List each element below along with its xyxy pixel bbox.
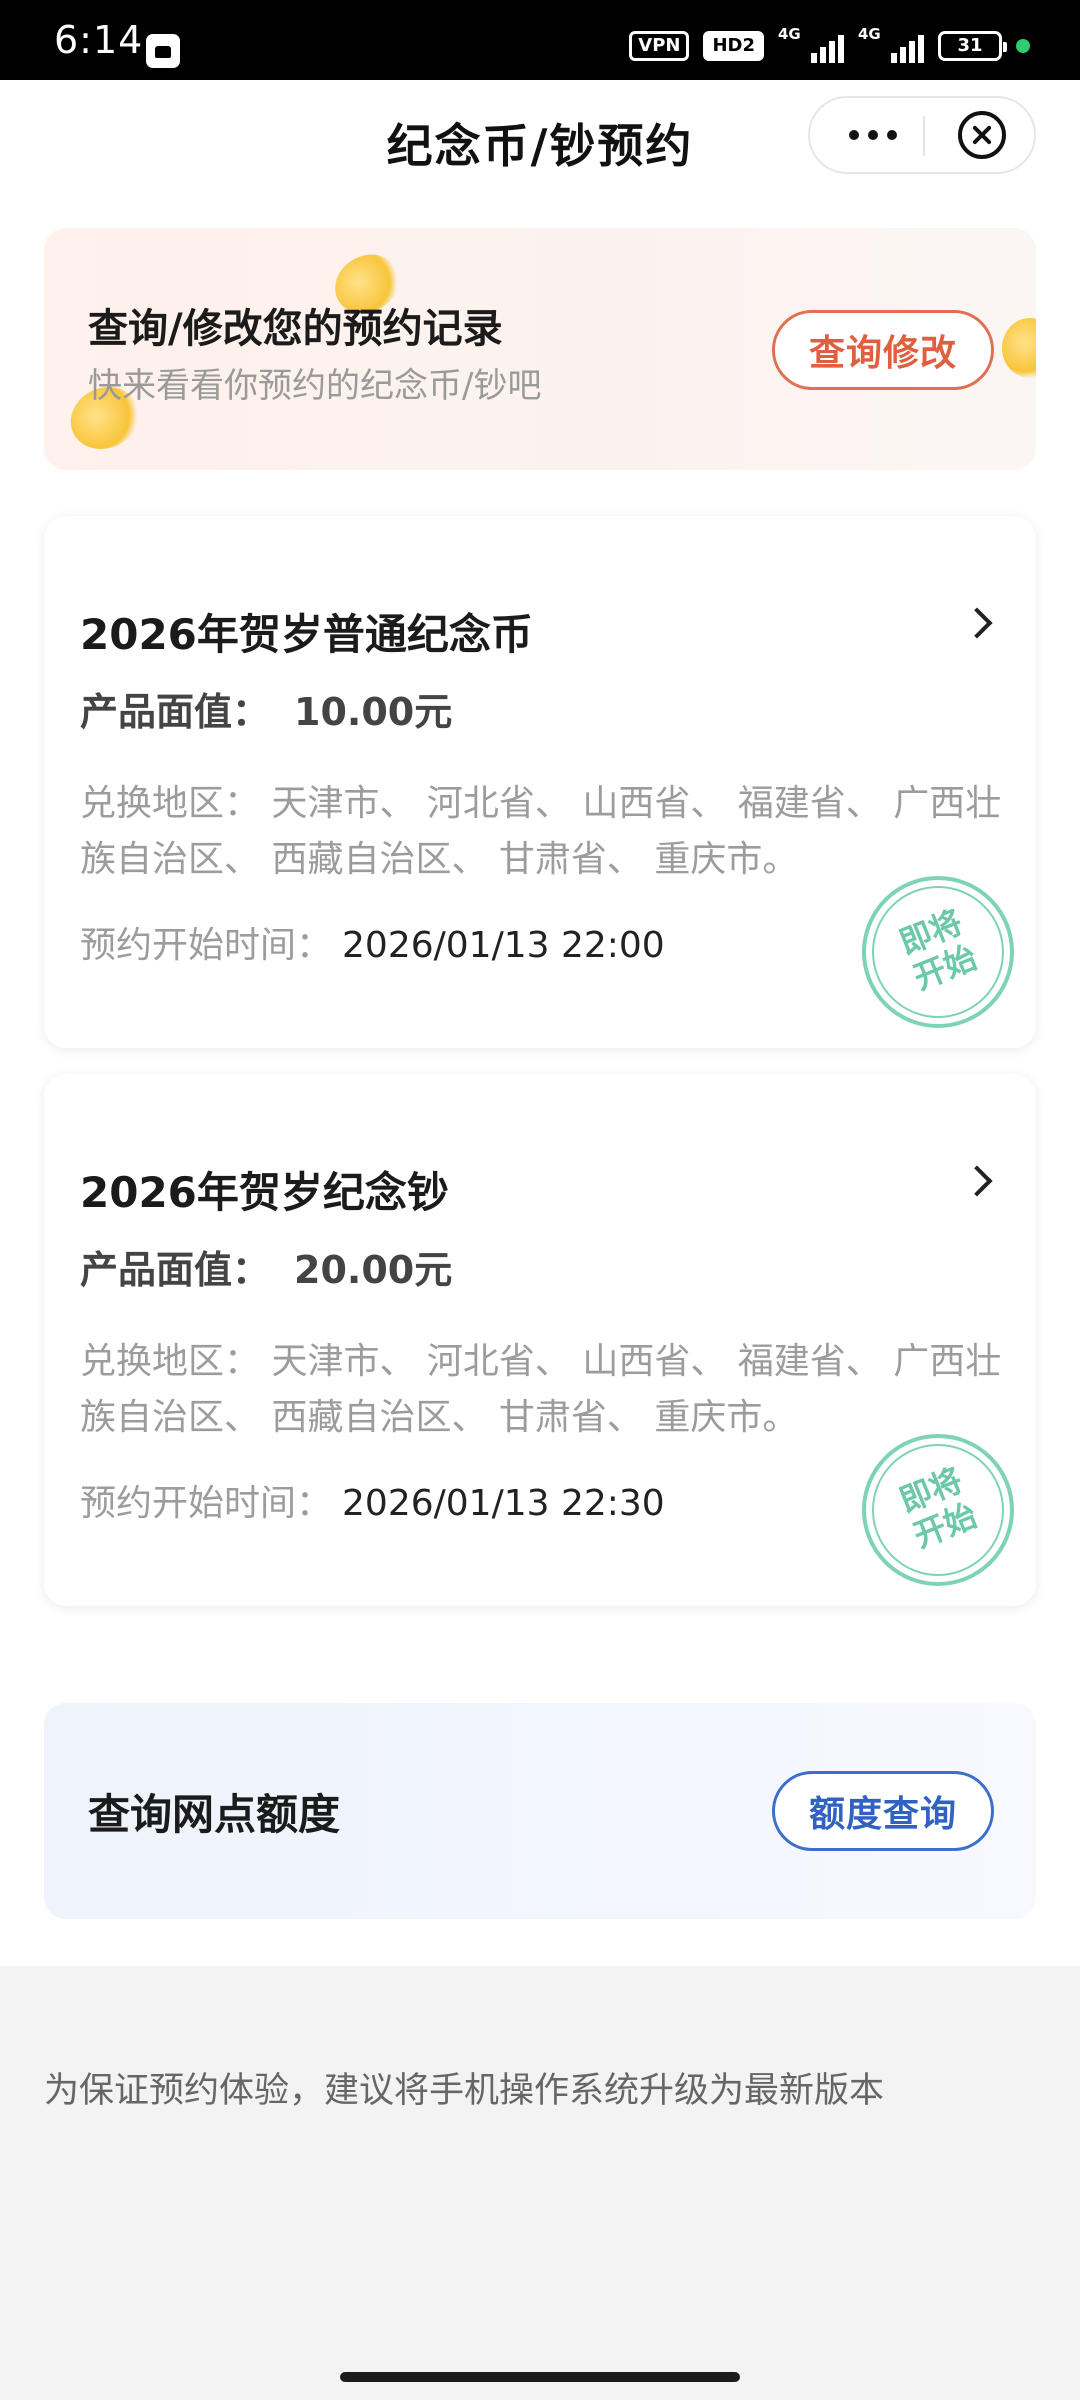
close-circle-icon[interactable] xyxy=(958,111,1006,159)
start-time-value: 2026/01/13 22:00 xyxy=(342,925,665,966)
battery-icon: 31 xyxy=(938,31,1007,61)
chevron-right-icon[interactable] xyxy=(961,607,993,639)
coming-soon-stamp: 即将 开始 xyxy=(862,1434,1014,1586)
footer: 为保证预约体验，建议将手机操作系统升级为最新版本 xyxy=(0,1966,1080,2400)
record-banner: 查询/修改您的预约记录 快来看看你预约的纪念币/钞吧 查询修改 xyxy=(44,228,1036,470)
network-type-label: 4G xyxy=(778,25,801,43)
start-time-row: 预约开始时间： 2026/01/13 22:30 xyxy=(80,1474,665,1526)
home-indicator[interactable] xyxy=(340,2372,740,2382)
record-banner-title: 查询/修改您的预约记录 xyxy=(88,306,503,352)
product-name: 2026年贺岁普通纪念币 xyxy=(80,610,533,659)
status-indicators: VPN HD2 4G 4G 31 xyxy=(629,25,1030,64)
signal-icon: 4G xyxy=(858,25,924,63)
mini-program-capsule xyxy=(808,96,1036,174)
quota-banner: 查询网点额度 额度查询 xyxy=(44,1703,1036,1919)
start-time-value: 2026/01/13 22:30 xyxy=(342,1483,665,1524)
main-content: 查询/修改您的预约记录 快来看看你预约的纪念币/钞吧 查询修改 2026年贺岁普… xyxy=(0,200,1080,1966)
face-value-label: 产品面值： xyxy=(80,1248,271,1292)
quota-query-button[interactable]: 额度查询 xyxy=(772,1771,994,1851)
signal-icon: 4G xyxy=(778,25,844,63)
face-value-row: 产品面值： 20.00元 xyxy=(80,1239,452,1294)
start-time-label: 预约开始时间： xyxy=(80,925,333,966)
product-card[interactable]: 2026年贺岁普通纪念币 产品面值： 10.00元 兑换地区： 天津市、 河北省、… xyxy=(44,516,1036,1048)
coming-soon-stamp: 即将 开始 xyxy=(862,876,1014,1028)
status-bar: 6:14 VPN HD2 4G 4G 31 xyxy=(0,0,1080,80)
start-time-label: 预约开始时间： xyxy=(80,1483,333,1524)
upgrade-tip: 为保证预约体验，建议将手机操作系统升级为最新版本 xyxy=(44,2071,885,2111)
quota-banner-title: 查询网点额度 xyxy=(88,1790,341,1839)
exchange-region: 兑换地区： 天津市、 河北省、 山西省、 福建省、 广西壮族自治区、 西藏自治区… xyxy=(80,783,1002,880)
hd-badge: HD2 xyxy=(703,31,764,61)
record-banner-subtitle: 快来看看你预约的纪念币/钞吧 xyxy=(88,366,542,406)
face-value-row: 产品面值： 10.00元 xyxy=(80,681,452,736)
status-time: 6:14 xyxy=(54,18,144,62)
app-notification-icon xyxy=(146,34,180,68)
vpn-badge: VPN xyxy=(629,31,690,61)
product-card[interactable]: 2026年贺岁纪念钞 产品面值： 20.00元 兑换地区： 天津市、 河北省、 山… xyxy=(44,1074,1036,1606)
product-name: 2026年贺岁纪念钞 xyxy=(80,1168,449,1217)
face-value-label: 产品面值： xyxy=(80,690,271,734)
capsule-divider xyxy=(923,116,925,156)
face-value: 20.00元 xyxy=(294,1248,453,1292)
chevron-right-icon[interactable] xyxy=(961,1165,993,1197)
coin-decoration xyxy=(1002,318,1036,378)
privacy-indicator-dot xyxy=(1016,39,1030,53)
query-modify-button[interactable]: 查询修改 xyxy=(772,310,994,390)
start-time-row: 预约开始时间： 2026/01/13 22:00 xyxy=(80,916,665,968)
face-value: 10.00元 xyxy=(294,690,453,734)
more-dots-icon[interactable] xyxy=(830,98,916,172)
exchange-region: 兑换地区： 天津市、 河北省、 山西省、 福建省、 广西壮族自治区、 西藏自治区… xyxy=(80,1341,1002,1438)
network-type-label: 4G xyxy=(858,25,881,43)
